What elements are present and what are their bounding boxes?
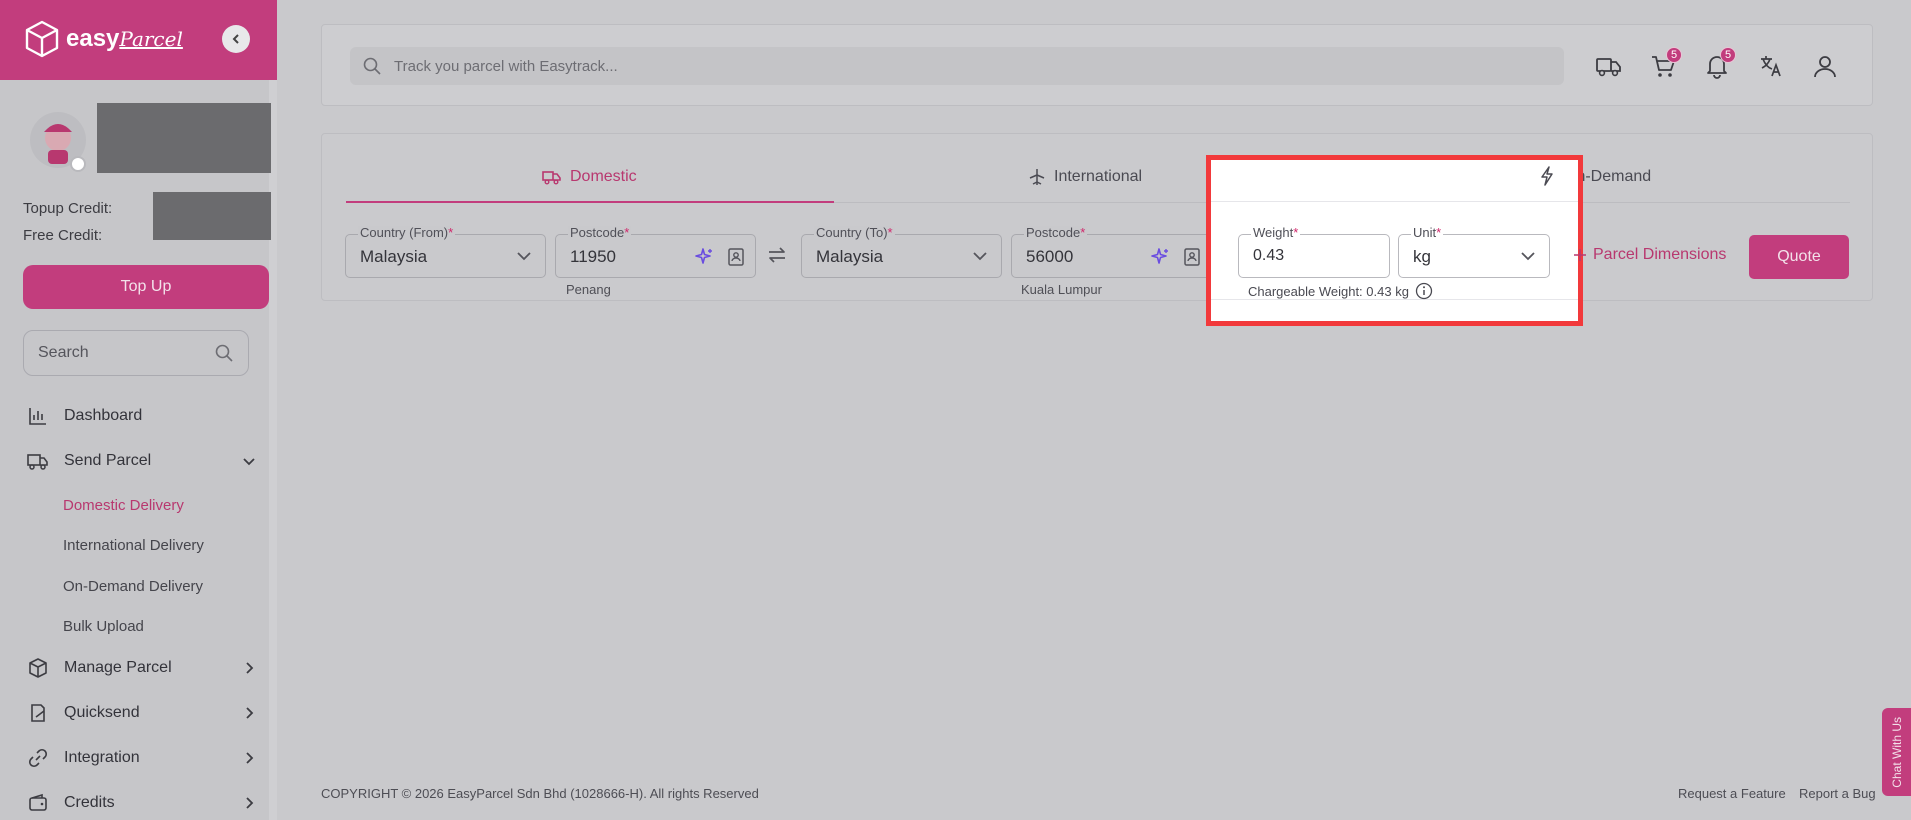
postcode-from-label: Postcode* bbox=[568, 225, 632, 240]
sidebar-header: easyParcel bbox=[0, 0, 277, 80]
translate-icon bbox=[1761, 56, 1781, 77]
flag-badge-icon bbox=[70, 156, 86, 172]
active-tab-indicator bbox=[346, 201, 834, 203]
search-icon bbox=[363, 57, 381, 75]
delivery-truck-button[interactable] bbox=[1594, 51, 1624, 81]
weight-label: Weight* bbox=[1251, 225, 1301, 240]
profile-button[interactable] bbox=[1810, 51, 1840, 81]
free-credit-label: Free Credit: bbox=[23, 227, 103, 244]
tab-domestic[interactable]: Domestic bbox=[542, 162, 637, 192]
notifications-button[interactable]: 5 bbox=[1702, 47, 1736, 81]
chevron-right-icon bbox=[246, 707, 254, 719]
sidebar-search-placeholder: Search bbox=[38, 344, 89, 361]
weight-value: 0.43 bbox=[1253, 247, 1285, 264]
chargeable-weight: Chargeable Weight: 0.43 kg bbox=[1248, 282, 1433, 300]
unit-select[interactable]: Unit* kg bbox=[1398, 226, 1550, 278]
redacted-credit-values bbox=[153, 192, 271, 240]
chevron-right-icon bbox=[246, 797, 254, 809]
country-from-label: Country (From)* bbox=[358, 225, 456, 240]
chart-icon bbox=[29, 408, 46, 425]
cart-badge: 5 bbox=[1666, 47, 1682, 63]
redacted-user-name bbox=[97, 103, 271, 173]
edit-icon bbox=[31, 704, 45, 722]
plus-icon bbox=[1574, 249, 1586, 261]
weight-input[interactable]: Weight* 0.43 bbox=[1238, 226, 1390, 278]
sparkle-icon[interactable] bbox=[1151, 247, 1171, 267]
tab-divider-highlighted bbox=[1211, 201, 1578, 202]
sidebar-subitem-domestic-delivery[interactable]: Domestic Delivery bbox=[63, 497, 184, 514]
country-to-label: Country (To)* bbox=[814, 225, 895, 240]
sidebar-item-send-parcel[interactable]: Send Parcel bbox=[26, 446, 256, 476]
top-up-button[interactable]: Top Up bbox=[23, 265, 269, 309]
country-to-select[interactable]: Country (To)* Malaysia bbox=[801, 226, 1002, 278]
postcode-to-label: Postcode* bbox=[1024, 225, 1088, 240]
postcode-to-value: 56000 bbox=[1026, 247, 1074, 266]
brand-name: easyParcel bbox=[66, 25, 183, 52]
address-book-icon[interactable] bbox=[1183, 247, 1201, 267]
truck-icon bbox=[1596, 58, 1621, 77]
footer-copyright: COPYRIGHT © 2026 EasyParcel Sdn Bhd (102… bbox=[321, 786, 759, 801]
sidebar-item-manage-parcel[interactable]: Manage Parcel bbox=[26, 653, 256, 683]
unit-value: kg bbox=[1413, 247, 1431, 266]
box-logo-icon bbox=[25, 20, 59, 58]
quote-button[interactable]: Quote bbox=[1749, 235, 1849, 279]
info-icon[interactable] bbox=[1415, 282, 1433, 300]
postcode-from-value: 11950 bbox=[570, 247, 617, 266]
brand-logo[interactable]: easyParcel bbox=[24, 20, 183, 58]
swap-arrows-icon bbox=[769, 247, 785, 263]
sidebar-item-dashboard[interactable]: Dashboard bbox=[26, 401, 256, 431]
truck-icon bbox=[542, 171, 561, 185]
box-icon bbox=[29, 658, 47, 678]
chevron-down-icon bbox=[243, 458, 255, 466]
sidebar-item-integration[interactable]: Integration bbox=[26, 743, 256, 773]
sidebar-search-input[interactable]: Search bbox=[23, 330, 249, 376]
chevron-down-icon bbox=[517, 252, 531, 261]
cart-button[interactable]: 5 bbox=[1648, 47, 1682, 81]
chevron-down-icon bbox=[1521, 252, 1535, 261]
topup-credit-label: Topup Credit: bbox=[23, 200, 113, 217]
sidebar-subitem-bulk-upload[interactable]: Bulk Upload bbox=[63, 618, 144, 635]
address-book-icon[interactable] bbox=[727, 247, 745, 267]
request-feature-link[interactable]: Request a Feature bbox=[1678, 786, 1786, 801]
swap-locations-button[interactable] bbox=[766, 244, 788, 271]
postcode-to-city: Kuala Lumpur bbox=[1021, 282, 1102, 297]
sidebar-subitem-on-demand-delivery[interactable]: On-Demand Delivery bbox=[63, 578, 203, 595]
chat-with-us-button[interactable]: Chat With Us bbox=[1882, 708, 1911, 796]
sparkle-icon[interactable] bbox=[695, 247, 715, 267]
lightning-icon bbox=[1541, 166, 1553, 186]
link-icon bbox=[28, 748, 48, 768]
parcel-dimensions-link[interactable]: Parcel Dimensions bbox=[1573, 246, 1726, 264]
notification-badge: 5 bbox=[1720, 47, 1736, 63]
country-from-select[interactable]: Country (From)* Malaysia bbox=[345, 226, 546, 278]
tab-on-demand-highlighted-area bbox=[1539, 161, 1555, 191]
sidebar-item-quicksend[interactable]: Quicksend bbox=[26, 698, 256, 728]
tab-international[interactable]: International bbox=[1028, 162, 1142, 192]
user-icon bbox=[1814, 56, 1836, 78]
sidebar-subitem-international-delivery[interactable]: International Delivery bbox=[63, 537, 204, 554]
postcode-to-input[interactable]: Postcode* 56000 bbox=[1011, 226, 1212, 278]
search-icon bbox=[215, 344, 233, 362]
chevron-right-icon bbox=[246, 662, 254, 674]
chevron-left-icon bbox=[232, 34, 239, 44]
wallet-icon bbox=[29, 793, 47, 811]
easytrack-input[interactable] bbox=[394, 57, 1552, 75]
sidebar-item-credits[interactable]: Credits bbox=[26, 788, 256, 818]
report-bug-link[interactable]: Report a Bug bbox=[1799, 786, 1876, 801]
top-bar: 5 5 bbox=[321, 24, 1873, 106]
chevron-right-icon bbox=[246, 752, 254, 764]
postcode-from-input[interactable]: Postcode* 11950 bbox=[555, 226, 756, 278]
country-to-value: Malaysia bbox=[816, 247, 884, 266]
easytrack-search[interactable] bbox=[350, 47, 1564, 85]
language-button[interactable] bbox=[1756, 51, 1786, 81]
sidebar: easyParcel Topup Credit: Free Credit: To… bbox=[0, 0, 277, 820]
unit-label: Unit* bbox=[1411, 225, 1444, 240]
airplane-icon bbox=[1029, 169, 1045, 185]
sidebar-collapse-button[interactable] bbox=[222, 25, 250, 53]
truck-icon bbox=[27, 454, 48, 470]
country-from-value: Malaysia bbox=[360, 247, 428, 266]
chevron-down-icon bbox=[973, 252, 987, 261]
postcode-from-city: Penang bbox=[566, 282, 611, 297]
